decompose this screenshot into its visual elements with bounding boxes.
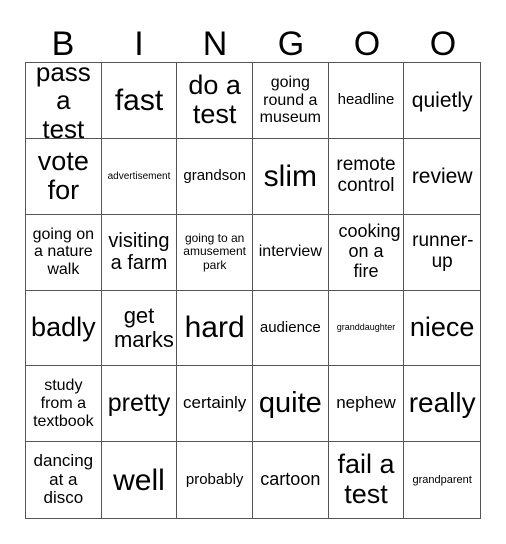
cell-text: certainly: [183, 393, 247, 413]
bingo-cell: certainly: [177, 366, 253, 443]
cell-text: runner-up: [412, 230, 474, 273]
cell-text: well: [113, 463, 165, 497]
bingo-card-grid: pass a test fast do a test going round a mu…: [25, 62, 481, 519]
bingo-cell: quietly: [404, 63, 480, 139]
cell-text: cooking on a fire: [338, 221, 401, 281]
bingo-cell: nephew: [328, 366, 405, 443]
bingo-cell: review: [404, 139, 480, 215]
bingo-cell: grandparent: [404, 442, 480, 518]
bingo-cell: niece: [404, 291, 480, 367]
cell-text: review: [411, 164, 473, 188]
cell-text: hard: [184, 311, 245, 345]
bingo-cell: quite: [252, 366, 329, 443]
cell-text: remote control: [336, 154, 396, 197]
cell-text: going to an amusement park: [183, 231, 246, 272]
bingo-cell: pass a test: [26, 63, 102, 139]
cell-text: interview: [258, 243, 322, 261]
header-letter: G: [277, 25, 305, 63]
bingo-cell: do a test: [177, 63, 253, 139]
cell-text: really: [408, 387, 476, 419]
cell-text: headline: [337, 91, 395, 109]
bingo-cell: audience: [252, 290, 329, 367]
cell-text: slim: [263, 159, 317, 193]
bingo-cell: advertisement: [101, 138, 178, 215]
bingo-cell: grandson: [177, 138, 253, 215]
bingo-cell: slim: [252, 138, 329, 215]
bingo-cell: probably: [177, 442, 253, 518]
header-letter: I: [134, 25, 144, 63]
cell-text: do a test: [188, 69, 241, 130]
cell-text: grandparent: [412, 474, 472, 487]
bingo-cell: visiting a farm: [101, 214, 178, 291]
cell-text: badly: [31, 312, 96, 343]
cell-text: get marks: [113, 302, 174, 352]
bingo-cell: study from a textbook: [26, 366, 102, 443]
cell-text: going on a nature walk: [32, 225, 95, 278]
bingo-cell: dancing at a disco: [26, 442, 102, 518]
bingo-cell: headline: [328, 63, 405, 139]
header-letter: N: [202, 25, 228, 63]
header-letter: O: [429, 25, 457, 63]
bingo-cell: going to an amusement park: [177, 214, 253, 291]
header-letter: B: [51, 25, 75, 63]
bingo-cell: pretty: [101, 366, 178, 443]
cell-text: going round a museum: [259, 74, 321, 127]
cell-text: cartoon: [260, 469, 321, 490]
cell-text: visiting a farm: [108, 230, 170, 275]
bingo-cell: get marks: [101, 290, 178, 367]
header-letter: O: [353, 25, 381, 63]
cell-text: pass a test: [35, 63, 91, 139]
cell-text: study from a textbook: [33, 377, 94, 430]
bingo-cell: remote control: [328, 138, 405, 215]
bingo-cell: cooking on a fire: [328, 214, 405, 291]
bingo-cell: fast: [101, 63, 178, 139]
bingo-cell: cartoon: [253, 442, 329, 518]
bingo-cell: interview: [252, 214, 329, 291]
cell-text: fast: [114, 83, 164, 117]
cell-text: pretty: [107, 388, 171, 417]
cell-text: granddaughter: [336, 321, 396, 332]
cell-text: nephew: [336, 393, 396, 413]
bingo-cell: hard: [177, 290, 253, 367]
bingo-cell: badly: [26, 290, 102, 367]
cell-text: quite: [258, 386, 322, 419]
cell-text: fail a test: [337, 449, 395, 510]
cell-text: probably: [185, 470, 244, 488]
cell-text: vote for: [37, 145, 89, 206]
bingo-cell: going on a nature walk: [26, 214, 102, 291]
bingo-cell: well: [102, 442, 178, 518]
bingo-cell: really: [404, 366, 480, 443]
cell-text: dancing at a disco: [33, 451, 94, 508]
bingo-cell: going round a museum: [252, 63, 329, 139]
cell-text: advertisement: [107, 170, 171, 182]
bingo-cell: granddaughter: [328, 290, 405, 367]
bingo-cell: runner-up: [404, 215, 480, 291]
bingo-cell: vote for: [26, 138, 102, 215]
cell-text: quietly: [411, 88, 473, 112]
cell-text: niece: [409, 312, 475, 343]
cell-text: audience: [259, 318, 321, 336]
bingo-cell: fail a test: [329, 442, 405, 518]
bingo-header: BINGOO: [25, 24, 481, 64]
cell-text: grandson: [183, 166, 246, 184]
